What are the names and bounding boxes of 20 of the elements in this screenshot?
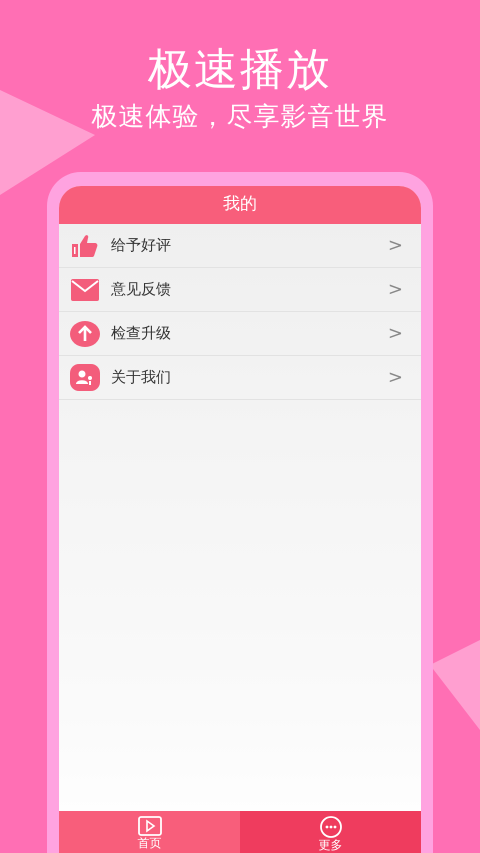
menu-label: 给予好评	[111, 235, 172, 256]
chevron-icon: >	[388, 364, 403, 391]
menu-label: 检查升级	[111, 323, 172, 344]
menu-item[interactable]: 意见反馈 >	[59, 268, 421, 312]
chevron-icon: >	[388, 320, 403, 347]
menu-item[interactable]: 关于我们 >	[59, 356, 421, 400]
menu-item[interactable]: 给予好评 >	[59, 224, 421, 268]
chevron-icon: >	[388, 276, 403, 303]
subtitle: 极速体验，尽享影音世界	[92, 104, 388, 130]
people-icon	[69, 364, 101, 391]
tab-button[interactable]: 更多	[240, 811, 421, 853]
mail-icon	[69, 278, 101, 300]
screen-title: 我的	[223, 193, 257, 216]
more-icon	[320, 816, 342, 838]
headline: 极速播放	[148, 48, 332, 92]
play-icon	[138, 816, 162, 836]
menu-item[interactable]: 检查升级 >	[59, 312, 421, 356]
chevron-icon: >	[388, 232, 403, 259]
menu-label: 意见反馈	[111, 279, 172, 300]
menu-label: 关于我们	[111, 367, 172, 388]
